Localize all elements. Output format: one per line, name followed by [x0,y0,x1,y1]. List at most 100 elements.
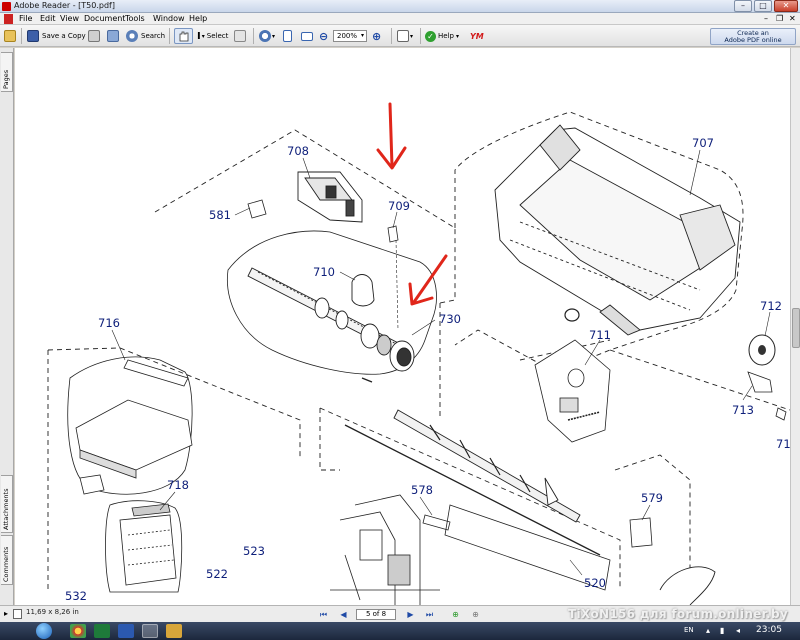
help-button[interactable]: ✓ Help ▾ [425,28,459,44]
select-tool-button[interactable]: I ▾ Select [197,28,228,44]
save-copy-button[interactable]: Save a Copy [27,28,86,44]
zoom-level-field[interactable]: 200% ▾ [333,30,367,42]
plus-icon: ⊕ [372,29,382,43]
zoom-in-button[interactable]: ▾ [259,28,275,44]
email-icon [107,30,119,42]
menu-help[interactable]: Help [189,14,207,23]
label-522: 522 [206,567,228,581]
adobe-reader-taskbar-icon[interactable] [142,624,158,638]
next-page-button[interactable]: ▶ [405,609,416,620]
word-taskbar-icon[interactable] [118,624,134,638]
clock[interactable]: 23:05 [756,625,782,635]
label-730: 730 [439,312,461,326]
adobe-reader-icon [2,2,11,11]
menu-bar: File Edit View Document Tools Window Hel… [0,13,800,25]
label-578: 578 [411,483,433,497]
red-arrow-down [388,102,394,168]
page-size-label: 11,69 x 8,26 in [26,608,79,616]
document-view[interactable]: 707 708 709 581 710 730 716 711 712 713 … [15,48,790,605]
label-711: 711 [589,328,611,342]
label-708: 708 [287,144,309,158]
language-indicator[interactable]: EN [684,626,694,634]
adobe-logo-button[interactable]: YM [470,28,484,44]
go-forward-view-button[interactable]: ⊕ [470,609,481,620]
hand-icon [179,31,189,42]
tab-pages[interactable]: Pages [1,52,13,92]
open-button[interactable] [4,28,16,44]
help-icon: ✓ [425,30,436,42]
page-icon [13,609,22,619]
menu-file[interactable]: File [19,14,32,23]
minus-icon: ⊖ [319,29,329,43]
create-pdf-line2: Adobe PDF online [724,36,782,44]
vertical-scrollbar[interactable] [790,48,800,605]
close-button[interactable]: ✕ [774,0,798,12]
menu-tools[interactable]: Tools [125,14,145,23]
text-cursor-icon: I [197,30,201,42]
snapshot-button[interactable] [234,28,246,44]
scrollbar-thumb[interactable] [792,308,800,348]
select-label: Select [206,32,229,40]
rotate-view-button[interactable]: ▾ [397,28,413,44]
zoom-in-plus-button[interactable]: ⊕ [372,28,381,44]
previous-page-button[interactable]: ◀ [338,609,349,620]
dropdown-arrow-icon: ▾ [410,32,414,40]
tray-arrow-icon[interactable]: ▴ [706,626,710,635]
fit-height-icon [283,30,292,42]
email-button[interactable] [107,28,119,44]
fit-width-icon [301,31,313,41]
last-page-button[interactable]: ⏭ [424,609,435,620]
save-copy-label: Save a Copy [42,32,86,40]
folder-open-icon [4,30,16,42]
minimize-button[interactable]: – [734,0,752,12]
tab-comments-label: Comments [2,546,10,582]
print-button[interactable] [88,28,100,44]
menu-document[interactable]: Document [84,14,125,23]
doc-restore-button[interactable]: ❐ [776,14,783,23]
tab-comments[interactable]: Comments [1,535,13,585]
menu-window[interactable]: Window [153,14,185,23]
page-number-field[interactable]: 5 of 8 [356,609,396,620]
doc-close-button[interactable]: ✕ [789,14,796,23]
menu-edit[interactable]: Edit [40,14,56,23]
hand-tool-button[interactable] [174,28,193,44]
network-icon[interactable]: ▮ [720,626,724,635]
floppy-disk-icon [27,30,39,42]
pdf-document-icon[interactable] [4,14,13,24]
menu-view[interactable]: View [60,14,79,23]
printer-icon [88,30,100,42]
doc-minimize-button[interactable]: – [764,14,768,23]
search-button[interactable]: Search [126,28,165,44]
volume-icon[interactable]: ◂ [736,626,740,635]
first-page-button[interactable]: ⏮ [318,609,329,620]
fit-height-button[interactable] [283,28,292,44]
fit-page-button[interactable] [301,28,313,44]
tab-attachments[interactable]: Attachments [1,475,13,533]
snapshot-icon [234,30,246,42]
tab-attachments-label: Attachments [2,488,10,531]
search-icon [126,30,138,42]
go-back-view-button[interactable]: ⊕ [450,609,461,620]
create-pdf-online-button[interactable]: Create an Adobe PDF online [710,28,796,45]
chrome-taskbar-icon[interactable] [70,624,86,638]
label-520: 520 [584,576,606,590]
maximize-button[interactable]: □ [754,0,772,12]
dropdown-arrow-icon[interactable]: ▾ [361,31,364,41]
zoom-out-button[interactable]: ⊖ [319,28,328,44]
help-label: Help [438,32,454,40]
label-532: 532 [65,589,87,603]
navigation-panel: Pages Attachments Comments [0,48,14,605]
start-button[interactable] [36,623,52,639]
label-71: 71 [776,437,790,451]
zoom-level-value: 200% [337,32,358,40]
explorer-taskbar-icon[interactable] [166,624,182,638]
label-716: 716 [98,316,120,330]
page-number-value: 5 of 8 [365,610,387,618]
page-size-arrow-icon: ▸ [4,609,9,618]
status-bar: ▸ 11,69 x 8,26 in ⏮ ◀ 5 of 8 ▶ ⏭ ⊕ ⊕ TiX… [0,605,800,622]
excel-taskbar-icon[interactable] [94,624,110,638]
window-title: Adobe Reader - [T50.pdf] [14,1,115,10]
label-523: 523 [243,544,265,558]
label-713: 713 [732,403,754,417]
dropdown-arrow-icon: ▾ [455,32,459,40]
